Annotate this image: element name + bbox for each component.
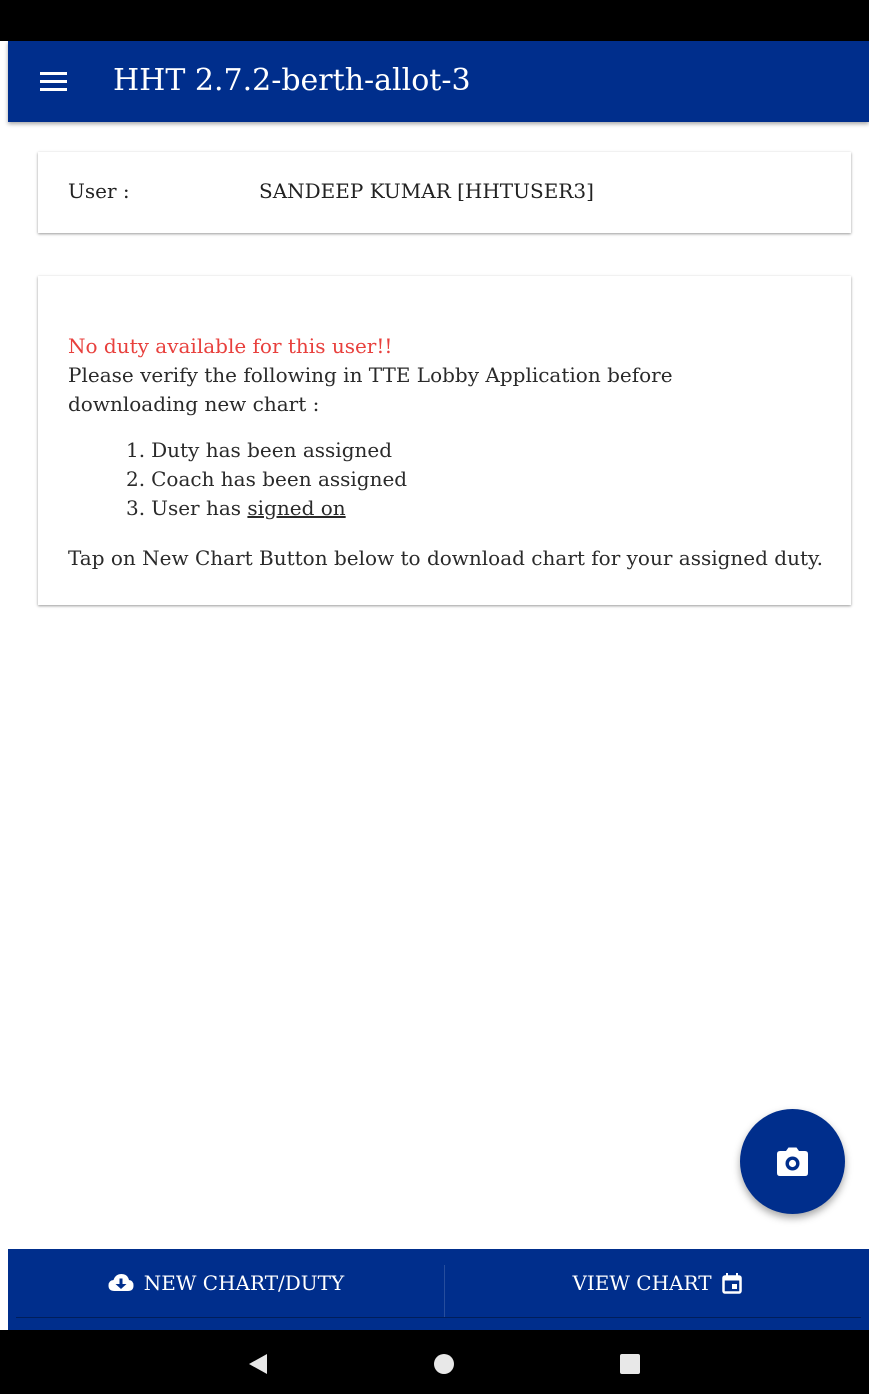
list-item: 2. Coach has been assigned bbox=[126, 465, 798, 494]
view-chart-button[interactable]: VIEW CHART bbox=[445, 1249, 869, 1317]
cloud-download-icon bbox=[108, 1274, 134, 1291]
app-bar: HHT 2.7.2-berth-allot-3 bbox=[8, 41, 869, 122]
verify-steps-list: 1. Duty has been assigned 2. Coach has bee… bbox=[68, 436, 798, 523]
new-chart-duty-button[interactable]: NEW CHART/DUTY bbox=[8, 1249, 444, 1317]
step-number: 1. bbox=[126, 438, 146, 462]
user-label: User : bbox=[68, 179, 130, 203]
duty-info-card: No duty available for this user!! Please… bbox=[38, 276, 851, 605]
status-bar bbox=[0, 0, 869, 41]
app-screen: HHT 2.7.2-berth-allot-3 User : SANDEEP K… bbox=[8, 41, 869, 1330]
hamburger-menu-icon[interactable] bbox=[32, 65, 72, 99]
step-text: User has bbox=[151, 496, 248, 520]
back-triangle-icon[interactable] bbox=[247, 1353, 269, 1379]
camera-icon bbox=[777, 1147, 808, 1176]
list-item: 3. User has signed on bbox=[126, 494, 798, 523]
camera-fab-button[interactable] bbox=[740, 1109, 845, 1214]
signed-on-text: signed on bbox=[247, 496, 346, 520]
home-circle-icon[interactable] bbox=[434, 1354, 454, 1378]
no-duty-warning: No duty available for this user!! bbox=[68, 334, 393, 358]
calendar-icon bbox=[721, 1272, 742, 1294]
verify-instruction: Please verify the following in TTE Lobby… bbox=[68, 363, 673, 416]
user-card: User : SANDEEP KUMAR [HHTUSER3] bbox=[38, 152, 851, 233]
recents-square-icon[interactable] bbox=[620, 1354, 640, 1378]
tap-note: Tap on New Chart Button below to downloa… bbox=[68, 546, 824, 570]
bottom-bar-separator bbox=[16, 1317, 861, 1318]
step-number: 2. bbox=[126, 467, 146, 491]
list-item: 1. Duty has been assigned bbox=[126, 436, 798, 465]
duty-info-body: No duty available for this user!! Please… bbox=[68, 332, 824, 573]
step-text: Duty has been assigned bbox=[151, 438, 393, 462]
user-name-value: SANDEEP KUMAR [HHTUSER3] bbox=[259, 179, 594, 203]
step-number: 3. bbox=[126, 496, 146, 520]
step-text: Coach has been assigned bbox=[151, 467, 408, 491]
bottom-action-bar: NEW CHART/DUTY VIEW CHART bbox=[8, 1249, 869, 1330]
new-chart-duty-label: NEW CHART/DUTY bbox=[143, 1271, 345, 1295]
app-title: HHT 2.7.2-berth-allot-3 bbox=[113, 63, 471, 98]
view-chart-label: VIEW CHART bbox=[572, 1271, 712, 1295]
system-navigation-bar bbox=[0, 1330, 869, 1394]
